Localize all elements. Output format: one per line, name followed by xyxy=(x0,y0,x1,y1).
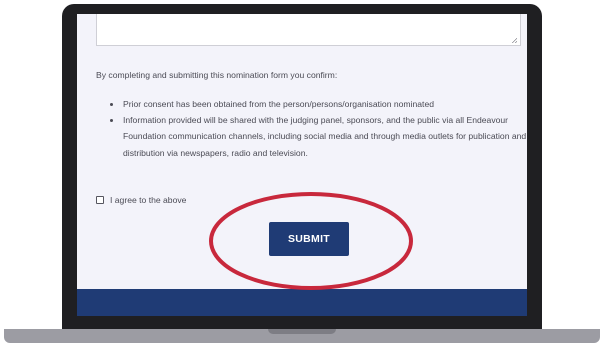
agree-checkbox-row[interactable]: I agree to the above xyxy=(96,195,186,205)
agree-label: I agree to the above xyxy=(110,195,187,205)
laptop-screen: By completing and submitting this nomina… xyxy=(77,14,527,316)
list-item: Prior consent has been obtained from the… xyxy=(110,96,527,112)
submit-button[interactable]: SUBMIT xyxy=(269,222,349,256)
list-item: Information provided will be shared with… xyxy=(110,112,527,161)
confirm-bullet-list: Prior consent has been obtained from the… xyxy=(107,96,527,161)
resize-handle-icon[interactable] xyxy=(511,37,517,43)
comments-textarea[interactable] xyxy=(96,14,521,46)
laptop-mockup: By completing and submitting this nomina… xyxy=(0,0,604,345)
footer-band xyxy=(77,289,527,316)
laptop-base xyxy=(4,329,600,343)
laptop-base-notch xyxy=(268,329,336,334)
agree-checkbox[interactable] xyxy=(96,196,104,204)
confirm-intro-text: By completing and submitting this nomina… xyxy=(96,70,338,80)
